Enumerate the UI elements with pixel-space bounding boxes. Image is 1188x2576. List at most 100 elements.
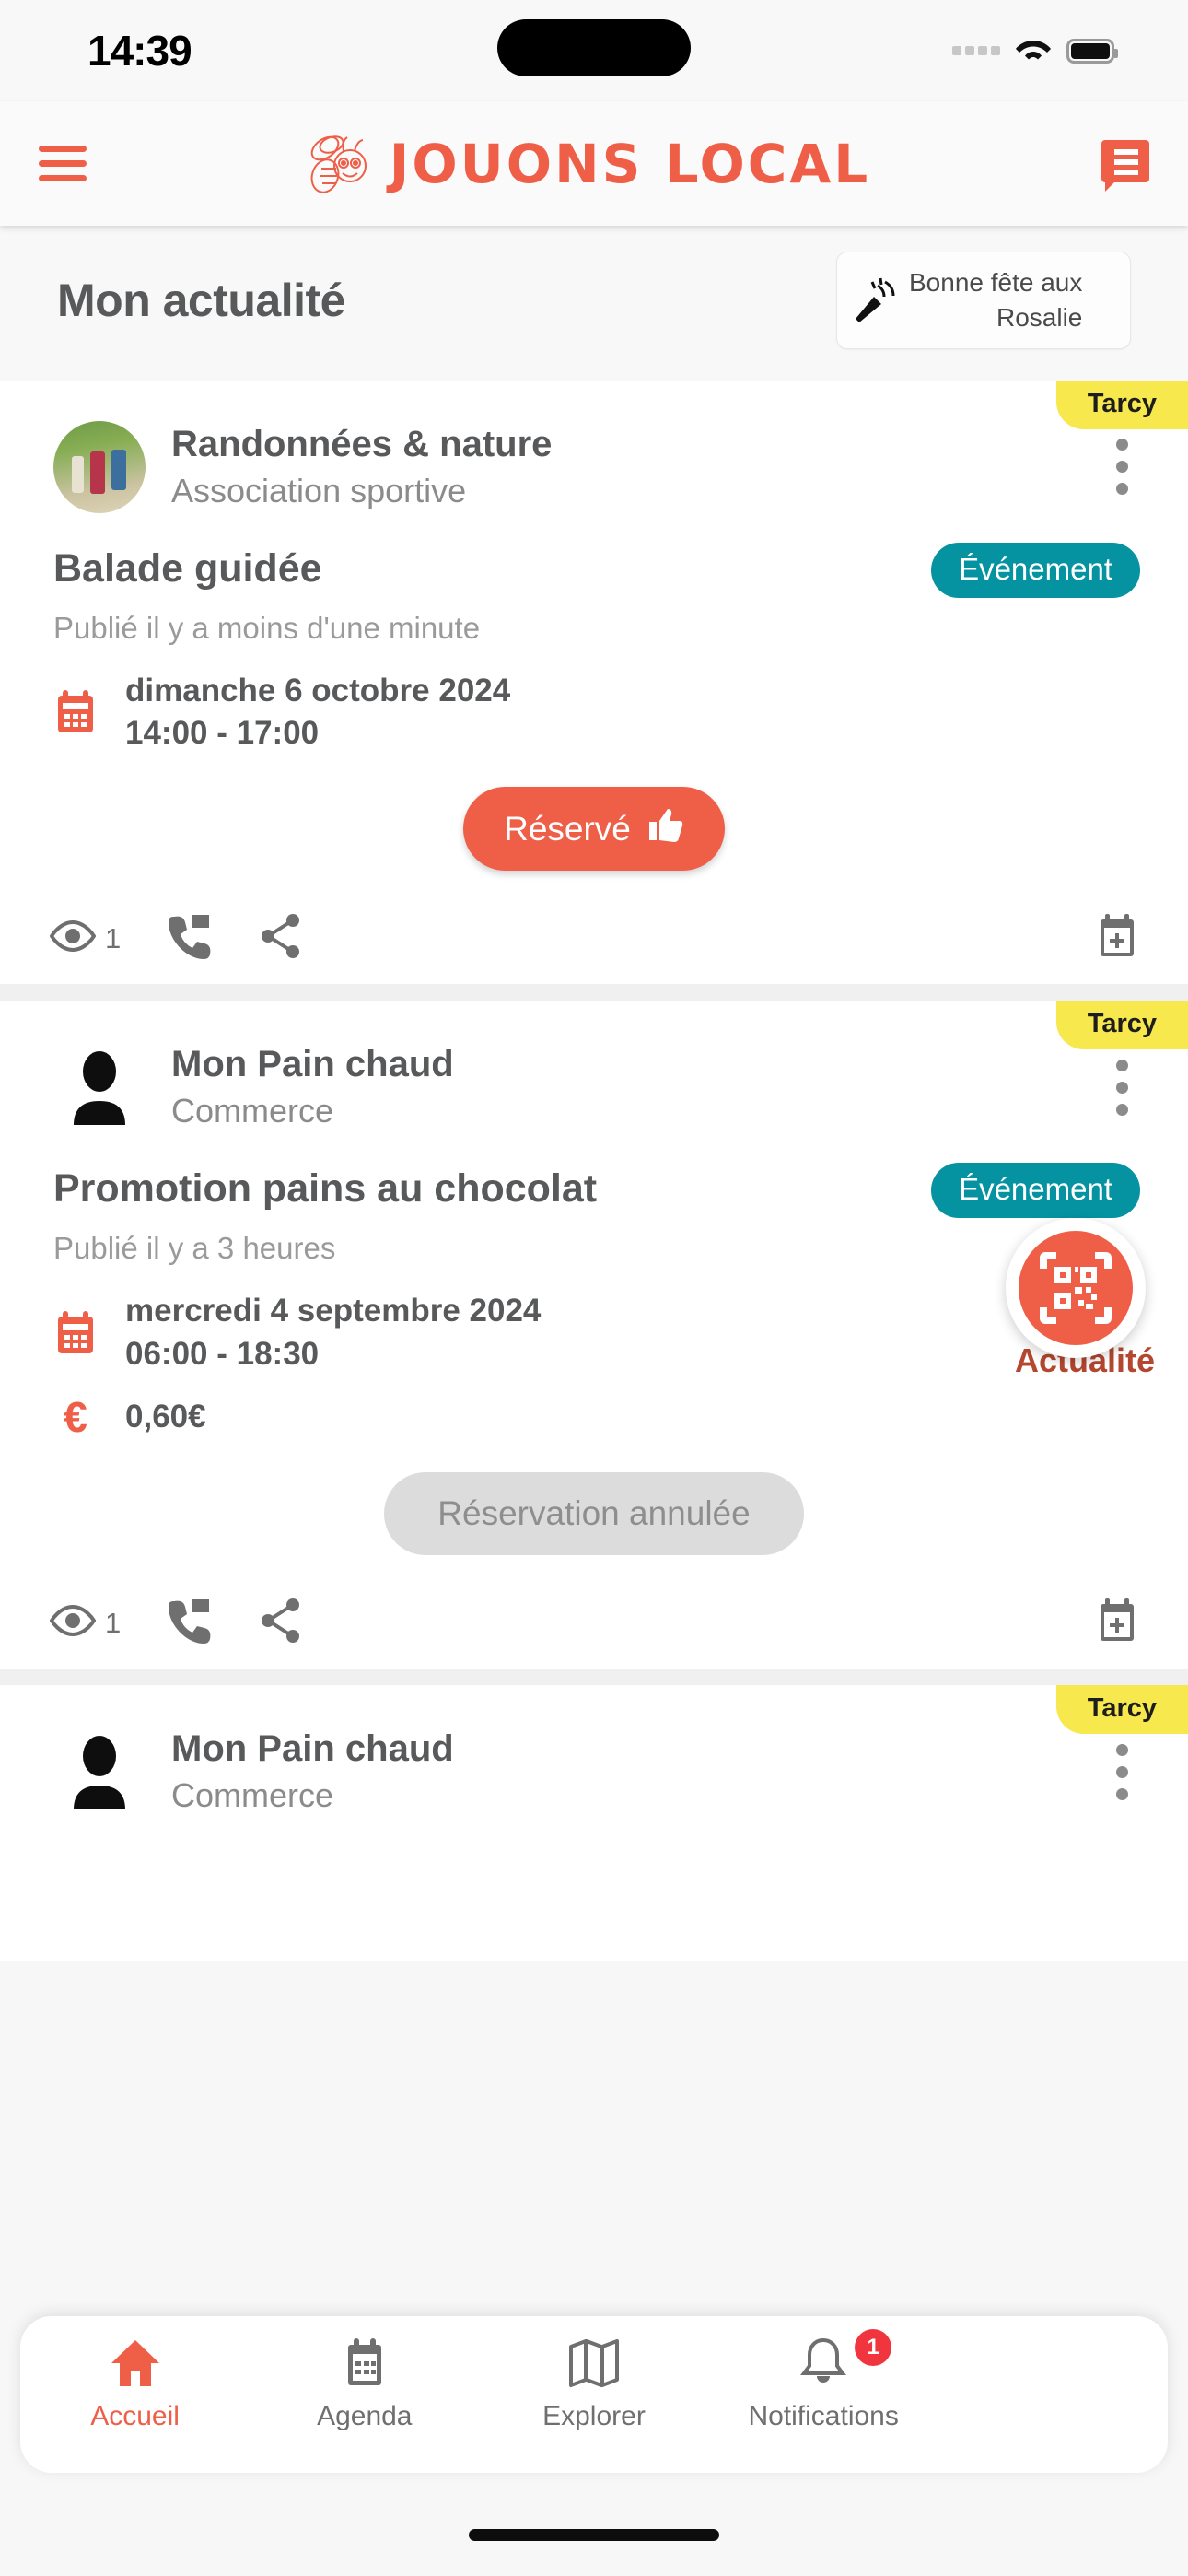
post-datetime: dimanche 6 octobre 2024 14:00 - 17:00 [125,670,510,756]
home-indicator [469,2529,719,2541]
share-icon [261,913,303,964]
app-header: JOUONS LOCAL [0,101,1188,226]
post-price: 0,60€ [125,1398,206,1434]
reserved-button-label: Réservé [504,809,631,848]
status-bar-indicators [952,38,1118,64]
nav-item-agenda[interactable]: Agenda [273,2336,457,2432]
bottom-navigation: Accueil Agenda Explorer 1 Notifications [20,2316,1168,2473]
name-day-line1: Bonne fête aux [909,268,1083,297]
views-action[interactable]: 1 [49,920,122,956]
more-vertical-icon[interactable] [1116,1743,1135,1800]
nav-label-agenda: Agenda [317,2401,413,2431]
town-badge: Tarcy [1055,1001,1188,1050]
town-badge: Tarcy [1055,1685,1188,1735]
nav-item-notifications[interactable]: 1 Notifications [731,2329,915,2432]
cellular-dots-icon [952,46,1000,55]
calendar-add-action[interactable] [1096,913,1138,964]
post-title-row: Promotion pains au chocolat Événement [0,1133,1188,1219]
phone-action[interactable] [169,913,213,964]
post-title-row: Balade guidée Événement [0,513,1188,598]
home-icon [110,2336,161,2390]
post-published: Publié il y a moins d'une minute [53,610,481,645]
post-published: Publié il y a 3 heures [53,1231,336,1266]
avatar[interactable] [53,1041,146,1133]
party-popper-icon [850,276,898,324]
person-icon [74,1051,125,1126]
calendar-add-icon [1096,1598,1138,1648]
qr-scan-fab[interactable] [1006,1218,1146,1358]
battery-icon [1066,38,1118,64]
name-day-line2: Rosalie [996,302,1083,332]
post-actions: 1 [0,1561,1188,1648]
post-author: Randonnées & nature [171,423,553,464]
nav-label-accueil: Accueil [90,2401,180,2431]
phone-icon [169,1598,213,1648]
calendar-icon [53,1309,98,1357]
calendar-add-icon [1096,913,1138,964]
nav-label-notifications: Notifications [748,2401,899,2431]
reservation-cancelled-button[interactable]: Réservation annulée [384,1472,804,1556]
nav-label-explorer: Explorer [542,2401,646,2431]
calendar-icon [53,688,98,736]
calendar-add-action[interactable] [1096,1598,1138,1648]
post-title: Balade guidée [53,545,322,591]
brand-logo[interactable]: JOUONS LOCAL [301,124,870,204]
post-author-type: Commerce [171,1092,334,1130]
status-bar: 14:39 [0,0,1188,101]
post-cta-row: Réservation annulée [0,1441,1188,1561]
calendar-icon [342,2336,388,2390]
post-meta: dimanche 6 octobre 2024 14:00 - 17:00 [0,646,1188,756]
post-hours: 14:00 - 17:00 [125,715,320,752]
post-author-type: Commerce [171,1776,334,1815]
nav-item-explorer[interactable]: Explorer [502,2336,686,2432]
page-title-bar: Mon actualité Bonne fête aux Rosalie [0,226,1188,381]
status-bar-time: 14:39 [87,27,192,75]
post-author: Mon Pain chaud [171,1728,454,1770]
post-header: Mon Pain chaud Commerce [0,1001,1188,1133]
hamburger-menu-icon[interactable] [39,146,87,181]
chat-bubble-icon[interactable] [1101,138,1149,192]
share-icon [261,1598,303,1648]
share-action[interactable] [261,913,303,964]
name-day-card[interactable]: Bonne fête aux Rosalie [836,252,1131,349]
page-title: Mon actualité [57,274,345,326]
phone-action[interactable] [169,1598,213,1648]
nav-item-accueil[interactable]: Accueil [43,2336,227,2432]
avatar[interactable] [53,1726,146,1818]
views-count: 1 [105,1606,122,1639]
post-card[interactable]: Tarcy Mon Pain chaud Commerce Promotion … [0,1001,1188,1669]
eye-icon [49,1605,97,1641]
name-day-text: Bonne fête aux Rosalie [909,265,1082,335]
thumbs-up-icon [647,807,684,850]
post-author-type: Association sportive [171,471,467,509]
eye-icon [49,920,97,956]
post-datetime: mercredi 4 septembre 2024 06:00 - 18:30 [125,1290,541,1376]
avatar[interactable] [53,420,146,513]
more-vertical-icon[interactable] [1116,1059,1135,1116]
views-count: 1 [105,921,122,954]
bell-icon [800,2336,847,2390]
post-card[interactable]: Tarcy Randonnées & nature Association sp… [0,380,1188,985]
post-title: Promotion pains au chocolat [53,1166,598,1212]
dynamic-island [497,19,691,76]
post-hours: 06:00 - 18:30 [125,1336,320,1373]
post-card[interactable]: Tarcy Mon Pain chaud Commerce [0,1685,1188,1962]
brand-name: JOUONS LOCAL [389,132,871,195]
euro-icon: € [64,1393,87,1442]
views-action[interactable]: 1 [49,1605,122,1641]
app-screen: 14:39 JOUONS LOCAL Mon actualité Bonne f… [0,0,1188,2576]
post-cta-row: Réservé [0,755,1188,876]
qr-code-scan-icon [1040,1252,1112,1324]
post-actions: 1 [0,876,1188,964]
post-date: mercredi 4 septembre 2024 [125,1293,542,1329]
feed-list: Tarcy Randonnées & nature Association sp… [0,380,1188,1962]
share-action[interactable] [261,1598,303,1648]
post-date: dimanche 6 octobre 2024 [125,672,511,708]
category-badge: Événement [931,542,1140,598]
person-icon [74,1736,125,1810]
post-header: Randonnées & nature Association sportive [0,381,1188,513]
reserved-button[interactable]: Réservé [463,787,725,872]
post-author: Mon Pain chaud [171,1044,454,1085]
more-vertical-icon[interactable] [1116,439,1135,496]
phone-icon [169,913,213,964]
